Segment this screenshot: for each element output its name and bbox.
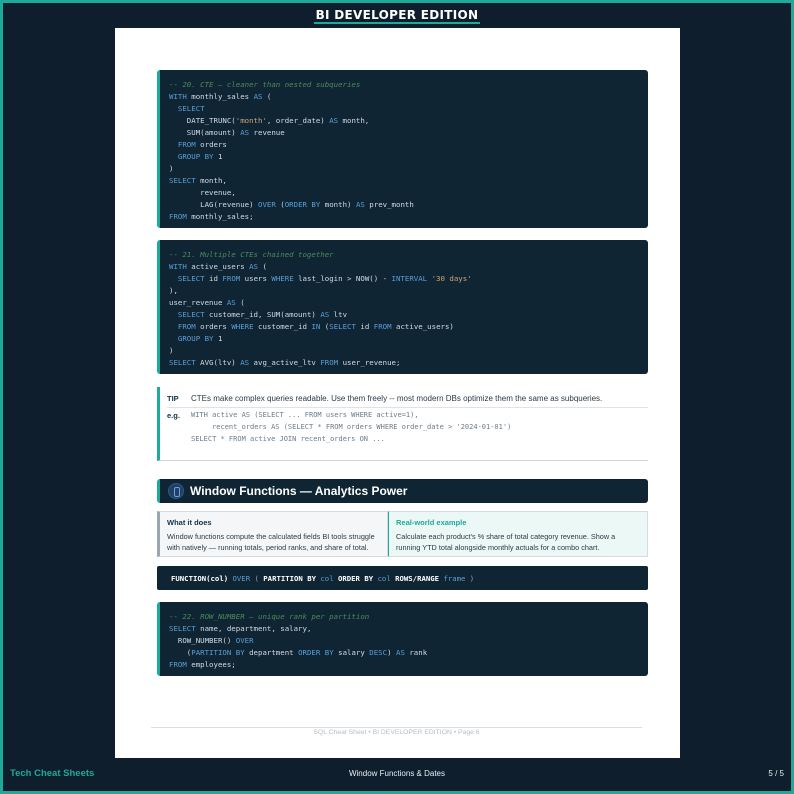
code-line: (PARTITION BY department ORDER BY salary…	[169, 648, 428, 657]
code-line: SELECT AVG(ltv) AS avg_active_ltv FROM u…	[169, 358, 401, 367]
syntax-token: )	[469, 574, 475, 583]
code-line: LAG(revenue) OVER (ORDER BY month) AS pr…	[169, 200, 414, 209]
syntax-bar: FUNCTION(col) OVER ( PARTITION BY col OR…	[157, 566, 648, 590]
card-heading: What it does	[167, 518, 212, 527]
real-world-example-card: Real-world example Calculate each produc…	[388, 511, 648, 557]
code-block-cte: -- 20. CTE — cleaner than nested subquer…	[157, 70, 648, 228]
card-body: Calculate each product's % share of tota…	[396, 532, 616, 552]
syntax-token: PARTITION BY	[263, 574, 321, 583]
syntax-token: (	[254, 574, 264, 583]
example-code: WITH active AS (SELECT ... FROM users WH…	[191, 411, 512, 443]
section-name: Window Functions & Dates	[348, 769, 446, 778]
code-line: GROUP BY 1	[177, 152, 223, 161]
code-line: -- 21. Multiple CTEs chained together	[169, 250, 334, 259]
code-line: -- 22. ROW_NUMBER — unique rank per part…	[169, 612, 370, 621]
card-body: Window functions compute the calculated …	[167, 532, 375, 552]
code-line: DATE_TRUNC('month', order_date) AS month…	[169, 116, 370, 125]
footer-divider	[151, 727, 642, 728]
page-footer: SQL Cheat Sheet • BI DEVELOPER EDITION •…	[313, 729, 480, 736]
tip-tag: TIP	[167, 394, 179, 403]
code-line: SELECT customer_id, SUM(amount) AS ltv	[177, 310, 348, 319]
syntax-token: OVER	[232, 574, 255, 583]
syntax-token: ROWS/RANGE	[395, 574, 444, 583]
tip-text: CTEs make complex queries readable. Use …	[191, 394, 603, 403]
window-function-icon	[168, 483, 184, 499]
code-line: WITH monthly_sales AS (	[169, 92, 272, 101]
syntax-token: frame	[443, 574, 470, 583]
syntax-token: col	[320, 574, 338, 583]
code-block-multiple-ctes: -- 21. Multiple CTEs chained together WIT…	[157, 240, 648, 374]
code-line: FROM monthly_sales;	[169, 212, 254, 221]
code-line: FROM orders	[177, 140, 227, 149]
code-line: FROM orders WHERE customer_id IN (SELECT…	[177, 322, 454, 331]
card-heading: Real-world example	[396, 518, 467, 527]
top-bar: BI DEVELOPER EDITION	[0, 0, 794, 27]
code-line: -- 20. CTE — cleaner than nested subquer…	[169, 80, 361, 89]
syntax-token: FUNCTION(col)	[171, 574, 233, 583]
syntax-token: col	[377, 574, 396, 583]
code-line: user_revenue AS (	[169, 298, 245, 307]
tip-divider	[167, 407, 648, 408]
code-line: ),	[169, 286, 178, 295]
code-line: ROW_NUMBER() OVER	[169, 636, 254, 645]
example-tag: e.g.	[167, 411, 180, 420]
edition-title: BI DEVELOPER EDITION	[313, 8, 481, 24]
section-header: Window Functions — Analytics Power	[157, 479, 648, 503]
code-line: SUM(amount) AS revenue	[169, 128, 285, 137]
section-title: Window Functions — Analytics Power	[190, 484, 408, 498]
code-line: SELECT id FROM users WHERE last_login > …	[177, 274, 472, 283]
page-indicator: 5 / 5	[768, 769, 784, 778]
code-line: SELECT	[177, 104, 205, 113]
what-it-does-card: What it does Window functions compute th…	[157, 511, 388, 557]
code-line: revenue,	[169, 188, 236, 197]
bottom-bar: Tech Cheat Sheets Window Functions & Dat…	[0, 762, 794, 794]
code-line: SELECT month,	[169, 176, 227, 185]
tip-box: TIP CTEs make complex queries readable. …	[157, 387, 648, 461]
code-line: )	[169, 164, 174, 173]
syntax-token: ORDER BY	[337, 574, 378, 583]
code-block-row-number: -- 22. ROW_NUMBER — unique rank per part…	[157, 602, 648, 676]
document-page: -- 20. CTE — cleaner than nested subquer…	[115, 28, 680, 758]
code-line: FROM employees;	[169, 660, 236, 669]
code-line: SELECT name, department, salary,	[169, 624, 312, 633]
code-line: )	[169, 346, 174, 355]
code-line: GROUP BY 1	[177, 334, 223, 343]
code-line: WITH active_users AS (	[169, 262, 267, 271]
